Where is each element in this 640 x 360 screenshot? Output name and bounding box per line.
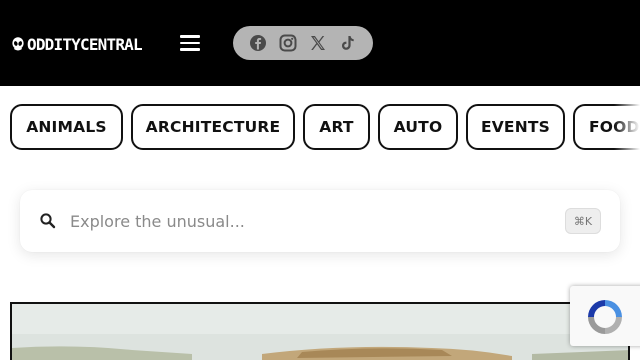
hamburger-menu-icon[interactable] bbox=[178, 32, 202, 54]
recaptcha-badge[interactable] bbox=[570, 286, 640, 346]
search-icon bbox=[40, 213, 56, 229]
featured-article-photo[interactable] bbox=[10, 302, 630, 360]
x-icon[interactable] bbox=[309, 34, 327, 52]
category-events[interactable]: EVENTS bbox=[466, 104, 565, 150]
logo-text: ODDITYCENTRAL bbox=[27, 34, 143, 54]
top-header: ODDITYCENTRAL bbox=[0, 0, 640, 86]
category-auto[interactable]: AUTO bbox=[378, 104, 458, 150]
facebook-icon[interactable] bbox=[249, 34, 267, 52]
category-animals[interactable]: ANIMALS bbox=[10, 104, 123, 150]
tiktok-icon[interactable] bbox=[339, 34, 357, 52]
search-input[interactable] bbox=[70, 204, 550, 238]
category-art[interactable]: ART bbox=[303, 104, 370, 150]
category-food[interactable]: FOOD bbox=[573, 104, 640, 150]
keyboard-shortcut-badge: ⌘K bbox=[565, 208, 601, 234]
instagram-icon[interactable] bbox=[279, 34, 297, 52]
site-logo[interactable]: ODDITYCENTRAL bbox=[12, 34, 143, 54]
search-box: ⌘K bbox=[20, 190, 620, 252]
alien-head-icon bbox=[12, 37, 24, 51]
social-links bbox=[233, 26, 373, 60]
category-nav: ANIMALS ARCHITECTURE ART AUTO EVENTS FOO… bbox=[0, 104, 640, 150]
recaptcha-icon bbox=[588, 300, 622, 334]
category-architecture[interactable]: ARCHITECTURE bbox=[131, 104, 295, 150]
